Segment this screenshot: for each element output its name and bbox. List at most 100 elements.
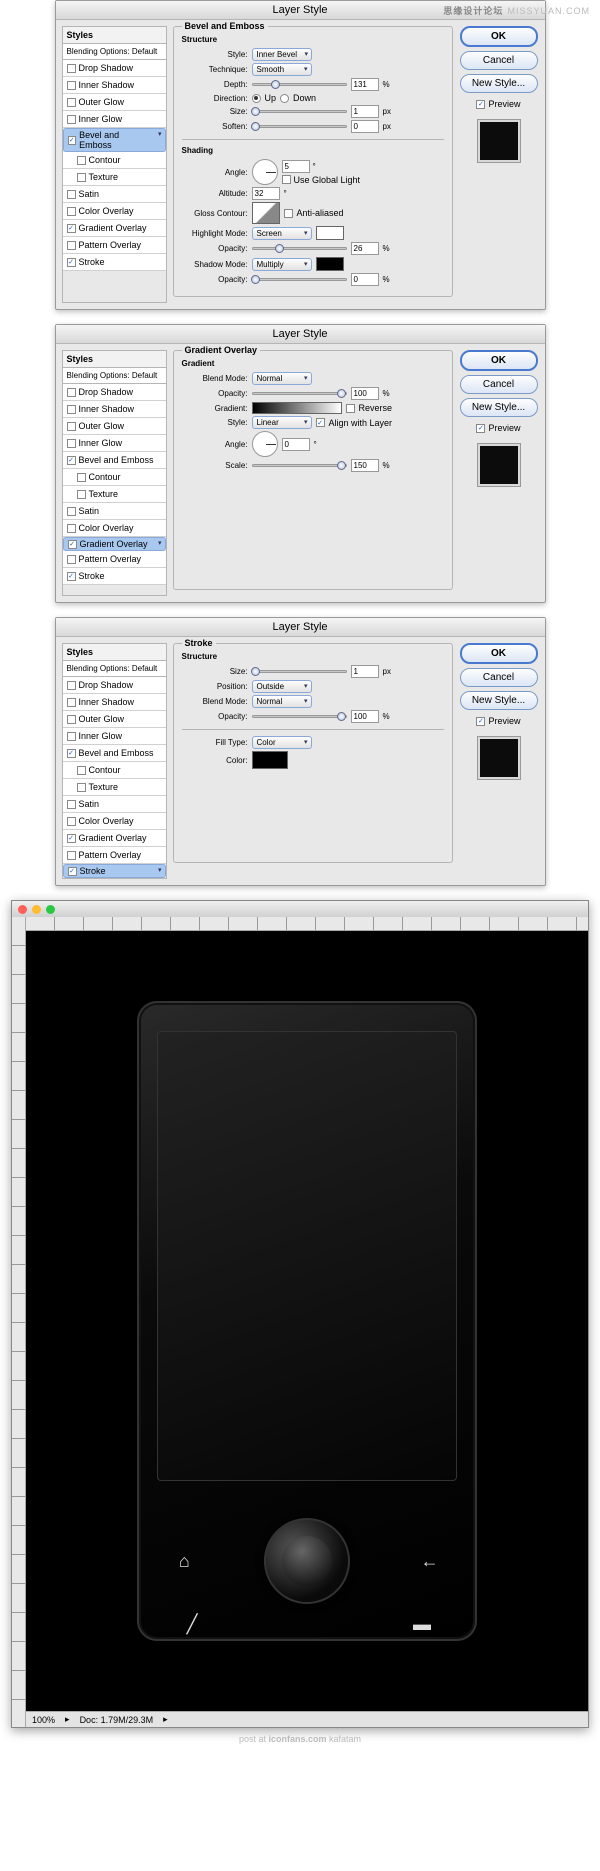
sidebar-texture[interactable]: Texture: [63, 169, 166, 186]
checkbox[interactable]: [77, 473, 86, 482]
altitude-value[interactable]: 32: [252, 187, 280, 200]
zoom-traffic-light[interactable]: [46, 905, 55, 914]
size-slider[interactable]: [252, 670, 347, 673]
reverse-checkbox[interactable]: [346, 404, 355, 413]
checkbox[interactable]: [67, 190, 76, 199]
checkbox-checked[interactable]: ✓: [68, 540, 77, 549]
styles-header[interactable]: Styles: [63, 644, 166, 661]
scale-value[interactable]: 150: [351, 459, 379, 472]
checkbox[interactable]: [67, 439, 76, 448]
stroke-color-swatch[interactable]: [252, 751, 288, 769]
blending-options[interactable]: Blending Options: Default: [63, 44, 166, 60]
checkbox[interactable]: [67, 715, 76, 724]
close-traffic-light[interactable]: [18, 905, 27, 914]
shadow-opacity-slider[interactable]: [252, 278, 347, 281]
checkbox-checked[interactable]: ✓: [67, 456, 76, 465]
checkbox-checked[interactable]: ✓: [67, 224, 76, 233]
checkbox[interactable]: [77, 173, 86, 182]
checkbox[interactable]: [77, 156, 86, 165]
sidebar-pattern-overlay[interactable]: Pattern Overlay: [63, 847, 166, 864]
radio-down[interactable]: [280, 94, 289, 103]
checkbox-checked[interactable]: ✓: [68, 136, 77, 145]
gradient-strip[interactable]: [252, 402, 342, 414]
sidebar-bevel-emboss[interactable]: ✓Bevel and Emboss: [63, 745, 166, 762]
new-style-button[interactable]: New Style...: [460, 691, 538, 710]
checkbox[interactable]: [67, 698, 76, 707]
new-style-button[interactable]: New Style...: [460, 398, 538, 417]
checkbox[interactable]: [67, 524, 76, 533]
sidebar-color-overlay[interactable]: Color Overlay: [63, 520, 166, 537]
blend-mode-select[interactable]: Normal: [252, 695, 312, 708]
opacity-slider[interactable]: [252, 392, 347, 395]
checkbox[interactable]: [67, 851, 76, 860]
checkbox[interactable]: [77, 783, 86, 792]
checkbox[interactable]: [77, 490, 86, 499]
blending-options[interactable]: Blending Options: Default: [63, 661, 166, 677]
checkbox-checked[interactable]: ✓: [67, 834, 76, 843]
angle-value[interactable]: 0: [282, 438, 310, 451]
checkbox-checked[interactable]: ✓: [68, 867, 77, 876]
sidebar-inner-shadow[interactable]: Inner Shadow: [63, 77, 166, 94]
opacity-value[interactable]: 100: [351, 710, 379, 723]
checkbox[interactable]: [77, 766, 86, 775]
sidebar-contour[interactable]: Contour: [63, 152, 166, 169]
size-slider[interactable]: [252, 110, 347, 113]
checkbox[interactable]: [67, 817, 76, 826]
vertical-ruler[interactable]: [12, 917, 26, 1727]
soften-value[interactable]: 0: [351, 120, 379, 133]
sidebar-inner-shadow[interactable]: Inner Shadow: [63, 401, 166, 418]
soften-slider[interactable]: [252, 125, 347, 128]
checkbox[interactable]: [67, 405, 76, 414]
sidebar-gradient-overlay[interactable]: ✓Gradient Overlay: [63, 830, 166, 847]
doc-size[interactable]: Doc: 1.79M/29.3M: [80, 1715, 154, 1725]
scale-slider[interactable]: [252, 464, 347, 467]
sidebar-texture[interactable]: Texture: [63, 486, 166, 503]
document-canvas[interactable]: ⌂ ← ╱ ▬: [26, 931, 588, 1711]
checkbox[interactable]: [67, 555, 76, 564]
sidebar-satin[interactable]: Satin: [63, 186, 166, 203]
checkbox[interactable]: [67, 98, 76, 107]
sidebar-inner-glow[interactable]: Inner Glow: [63, 728, 166, 745]
sidebar-outer-glow[interactable]: Outer Glow: [63, 711, 166, 728]
checkbox[interactable]: [67, 81, 76, 90]
ok-button[interactable]: OK: [460, 350, 538, 371]
antialias-checkbox[interactable]: [284, 209, 293, 218]
sidebar-inner-glow[interactable]: Inner Glow: [63, 435, 166, 452]
checkbox[interactable]: [67, 241, 76, 250]
cancel-button[interactable]: Cancel: [460, 668, 538, 687]
sidebar-pattern-overlay[interactable]: Pattern Overlay: [63, 237, 166, 254]
preview-checkbox[interactable]: ✓: [476, 100, 485, 109]
sidebar-bevel-emboss[interactable]: ✓Bevel and Emboss: [63, 452, 166, 469]
checkbox-checked[interactable]: ✓: [67, 749, 76, 758]
style-select[interactable]: Inner Bevel: [252, 48, 312, 61]
preview-checkbox[interactable]: ✓: [476, 424, 485, 433]
size-value[interactable]: 1: [351, 105, 379, 118]
shadow-opacity-value[interactable]: 0: [351, 273, 379, 286]
checkbox[interactable]: [67, 115, 76, 124]
sidebar-gradient-overlay[interactable]: ✓Gradient Overlay: [63, 537, 166, 551]
checkbox-checked[interactable]: ✓: [67, 258, 76, 267]
blend-mode-select[interactable]: Normal: [252, 372, 312, 385]
ok-button[interactable]: OK: [460, 643, 538, 664]
technique-select[interactable]: Smooth: [252, 63, 312, 76]
checkbox-checked[interactable]: ✓: [67, 572, 76, 581]
new-style-button[interactable]: New Style...: [460, 74, 538, 93]
checkbox[interactable]: [67, 800, 76, 809]
global-light-checkbox[interactable]: [282, 175, 291, 184]
checkbox[interactable]: [67, 388, 76, 397]
cancel-button[interactable]: Cancel: [460, 51, 538, 70]
checkbox[interactable]: [67, 422, 76, 431]
styles-header[interactable]: Styles: [63, 351, 166, 368]
sidebar-satin[interactable]: Satin: [63, 796, 166, 813]
sidebar-outer-glow[interactable]: Outer Glow: [63, 94, 166, 111]
highlight-opacity-slider[interactable]: [252, 247, 347, 250]
sidebar-stroke[interactable]: ✓Stroke: [63, 864, 166, 878]
status-arrow-icon[interactable]: ▸: [163, 1714, 168, 1725]
sidebar-drop-shadow[interactable]: Drop Shadow: [63, 677, 166, 694]
shadow-mode-select[interactable]: Multiply: [252, 258, 312, 271]
sidebar-pattern-overlay[interactable]: Pattern Overlay: [63, 551, 166, 568]
depth-slider[interactable]: [252, 83, 347, 86]
sidebar-contour[interactable]: Contour: [63, 762, 166, 779]
radio-up[interactable]: [252, 94, 261, 103]
size-value[interactable]: 1: [351, 665, 379, 678]
